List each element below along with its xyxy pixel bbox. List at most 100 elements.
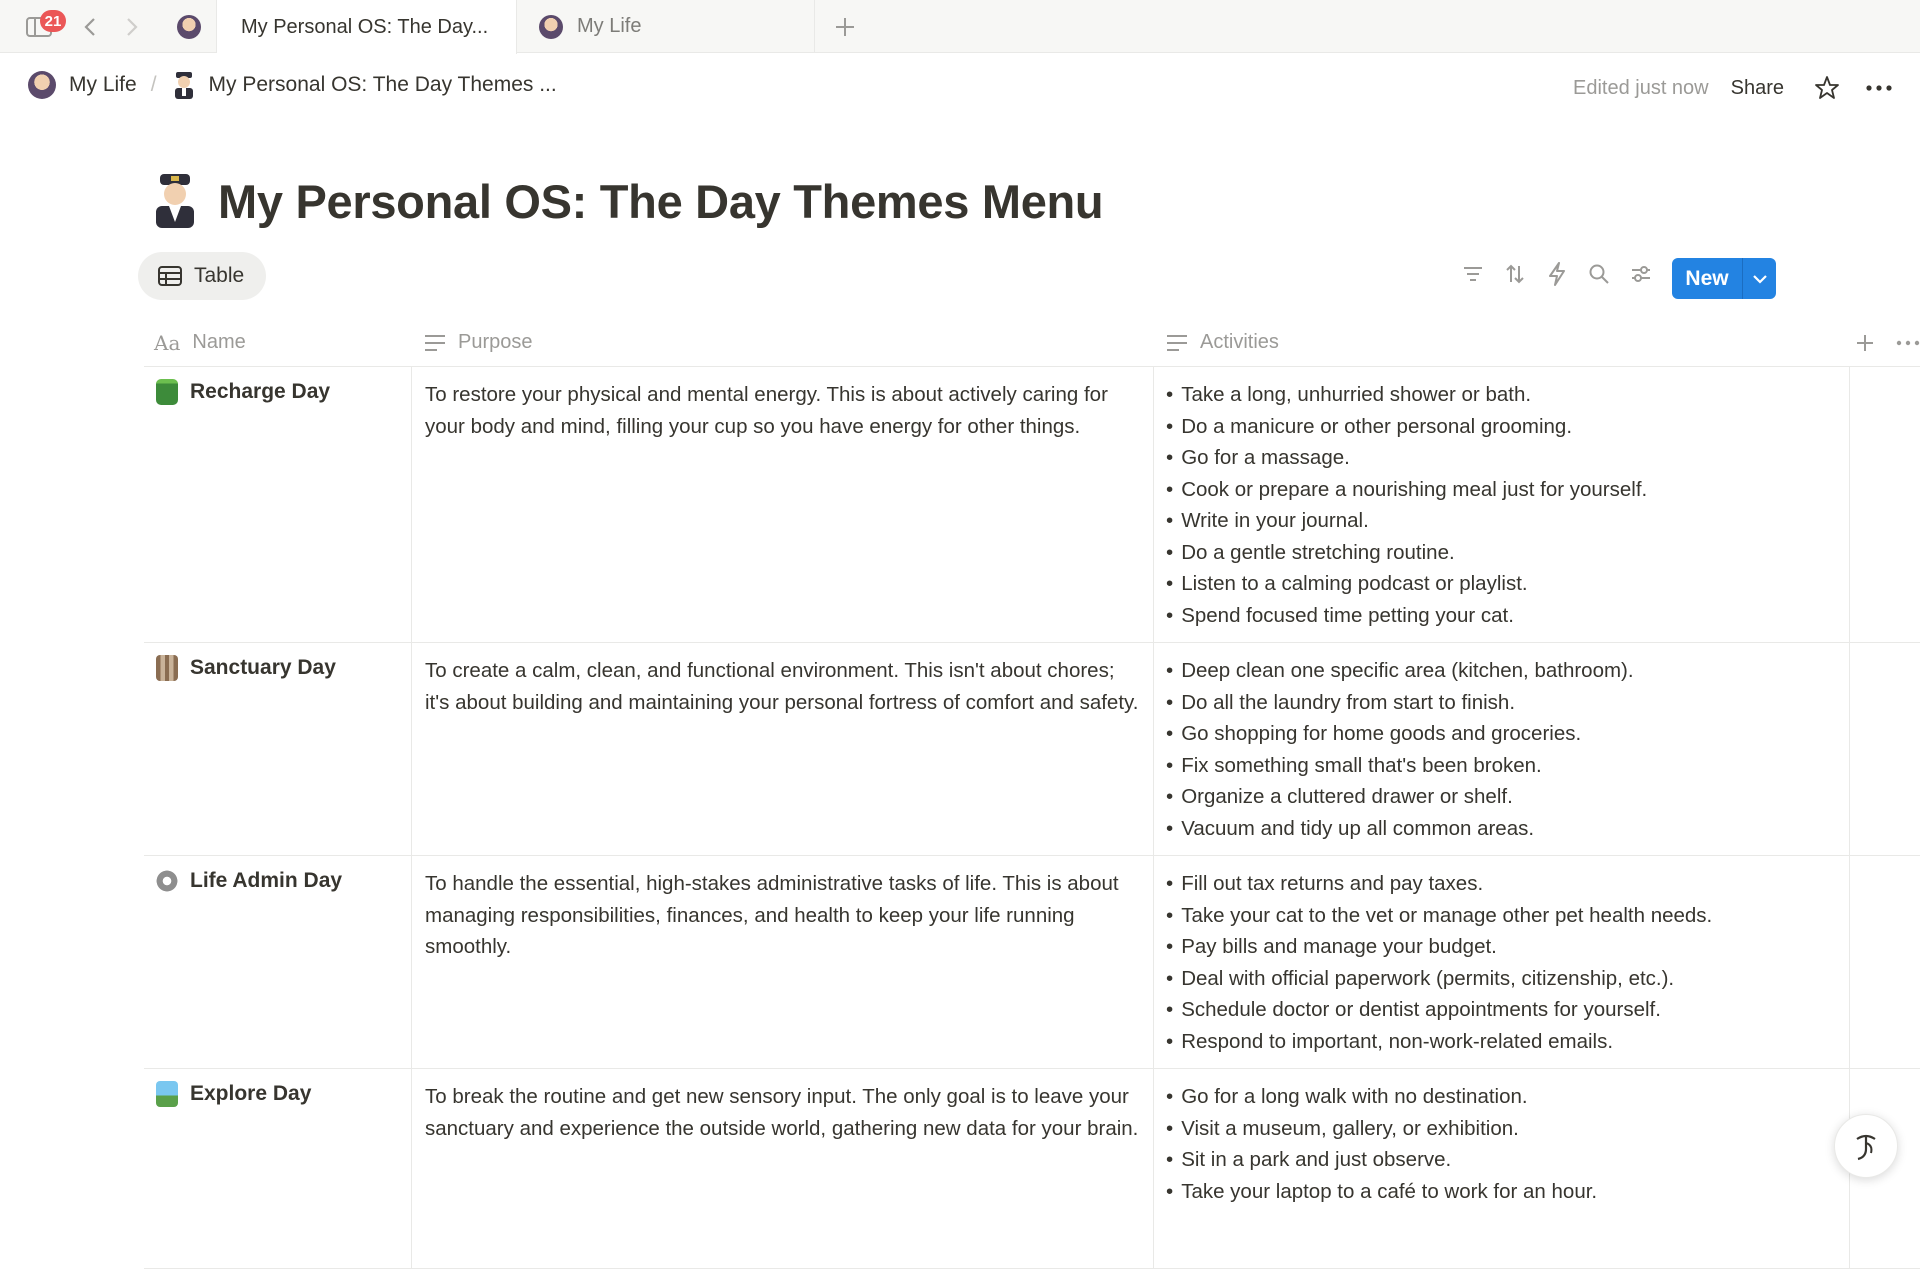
table-row[interactable]: Explore Day To break the routine and get… <box>144 1069 1920 1269</box>
list-item: Vacuum and tidy up all common areas. <box>1166 813 1849 845</box>
top-bar: My Life / My Personal OS: The Day Themes… <box>0 54 1920 120</box>
help-assistant-icon <box>1856 1134 1876 1161</box>
tab-label: My Life <box>577 15 642 37</box>
sort-button[interactable] <box>1498 257 1532 291</box>
column-header-purpose[interactable]: Purpose <box>424 318 533 367</box>
tab-strip: 21 My Personal OS: The Day... My Life <box>0 0 1920 54</box>
row-name: Explore Day <box>190 1082 312 1105</box>
list-item: Schedule doctor or dentist appointments … <box>1166 994 1849 1026</box>
search-button[interactable] <box>1582 257 1616 291</box>
list-item: Do all the laundry from start to finish. <box>1166 687 1849 719</box>
purpose-text: To handle the essential, high-stakes adm… <box>425 872 1119 958</box>
column-header-name[interactable]: Aa Name <box>154 318 246 367</box>
lightning-icon <box>1549 262 1565 286</box>
breadcrumb-my-life[interactable]: My Life <box>28 71 137 99</box>
list-item: Deep clean one specific area (kitchen, b… <box>1166 655 1849 687</box>
column-more-button[interactable] <box>1896 318 1920 367</box>
column-header-activities[interactable]: Activities <box>1166 318 1279 367</box>
purpose-cell[interactable]: To restore your physical and mental ener… <box>412 367 1154 642</box>
chevron-down-icon <box>1752 274 1767 284</box>
new-tab-button[interactable] <box>828 10 862 43</box>
chevron-right-icon <box>127 17 138 36</box>
automation-button[interactable] <box>1540 257 1574 291</box>
column-header-label: Purpose <box>458 331 533 353</box>
breadcrumb-separator: / <box>150 73 157 96</box>
row-name: Life Admin Day <box>190 869 343 892</box>
new-button[interactable]: New <box>1672 258 1742 299</box>
filter-icon <box>1464 267 1482 281</box>
purpose-text: To break the routine and get new sensory… <box>425 1085 1139 1140</box>
list-item: Do a manicure or other personal grooming… <box>1166 411 1849 443</box>
edited-status: Edited just now <box>1572 76 1709 99</box>
page-title[interactable]: My Personal OS: The Day Themes Menu <box>218 174 1104 229</box>
activities-cell[interactable]: Go for a long walk with no destination. … <box>1154 1069 1850 1268</box>
star-icon <box>1815 76 1839 99</box>
new-button-group: New <box>1672 258 1776 299</box>
battery-icon <box>156 379 178 405</box>
list-item: Organize a cluttered drawer or shelf. <box>1166 781 1849 813</box>
purpose-text: To restore your physical and mental ener… <box>425 383 1108 438</box>
activities-list: Fill out tax returns and pay taxes. Take… <box>1154 856 1849 1057</box>
activities-cell[interactable]: Fill out tax returns and pay taxes. Take… <box>1154 856 1850 1068</box>
purpose-cell[interactable]: To break the routine and get new sensory… <box>412 1069 1154 1268</box>
activities-list: Take a long, unhurried shower or bath. D… <box>1154 367 1849 631</box>
table-row[interactable]: Life Admin Day To handle the essential, … <box>144 856 1920 1069</box>
gear-icon <box>156 868 178 894</box>
purpose-cell[interactable]: To create a calm, clean, and functional … <box>412 643 1154 855</box>
share-button[interactable]: Share <box>1731 77 1784 100</box>
table-icon <box>158 266 182 286</box>
activities-list: Deep clean one specific area (kitchen, b… <box>1154 643 1849 844</box>
list-item: Go shopping for home goods and groceries… <box>1166 718 1849 750</box>
list-item: Fill out tax returns and pay taxes. <box>1166 868 1849 900</box>
new-dropdown-button[interactable] <box>1742 258 1776 299</box>
avatar-icon <box>539 14 563 39</box>
view-settings-button[interactable] <box>1624 257 1658 291</box>
list-item: Spend focused time petting your cat. <box>1166 600 1849 632</box>
list-item: Do a gentle stretching routine. <box>1166 537 1849 569</box>
tab-day-themes[interactable]: My Personal OS: The Day... <box>217 0 517 54</box>
list-item: Respond to important, non-work-related e… <box>1166 1026 1849 1058</box>
tab-label: My Personal OS: The Day... <box>241 15 489 38</box>
forward-button[interactable] <box>118 10 146 43</box>
view-tools <box>1456 257 1666 291</box>
table-row[interactable]: Recharge Day To restore your physical an… <box>144 367 1920 643</box>
more-options-button[interactable] <box>1862 71 1896 105</box>
breadcrumb-label: My Life <box>69 73 137 96</box>
list-item: Take your cat to the vet or manage other… <box>1166 900 1849 932</box>
avatar-icon <box>177 14 201 39</box>
list-item: Deal with official paperwork (permits, c… <box>1166 963 1849 995</box>
back-button[interactable] <box>76 10 104 43</box>
pilot-icon[interactable] <box>150 172 200 230</box>
list-item: Take your laptop to a café to work for a… <box>1166 1176 1849 1208</box>
search-icon <box>1589 264 1609 284</box>
view-tab-table[interactable]: Table <box>138 252 266 300</box>
name-cell[interactable]: Sanctuary Day <box>144 643 412 855</box>
list-item: Fix something small that's been broken. <box>1166 750 1849 782</box>
avatar-icon <box>28 71 56 99</box>
table-row[interactable]: Sanctuary Day To create a calm, clean, a… <box>144 643 1920 856</box>
breadcrumb: My Life / My Personal OS: The Day Themes… <box>28 71 557 99</box>
favorite-button[interactable] <box>1810 71 1844 105</box>
name-cell[interactable]: Explore Day <box>144 1069 412 1268</box>
help-button[interactable] <box>1834 1114 1898 1178</box>
plus-icon <box>836 17 854 36</box>
purpose-cell[interactable]: To handle the essential, high-stakes adm… <box>412 856 1154 1068</box>
add-column-button[interactable] <box>1856 318 1886 367</box>
breadcrumb-day-themes[interactable]: My Personal OS: The Day Themes ... <box>171 71 557 99</box>
activities-list: Go for a long walk with no destination. … <box>1154 1069 1849 1207</box>
tab-pinned[interactable] <box>162 0 217 53</box>
name-cell[interactable]: Recharge Day <box>144 367 412 642</box>
name-cell[interactable]: Life Admin Day <box>144 856 412 1068</box>
plus-icon <box>1857 334 1873 351</box>
table-header: Aa Name Purpose Activities <box>144 318 1920 367</box>
breadcrumb-label: My Personal OS: The Day Themes ... <box>208 73 557 96</box>
filter-button[interactable] <box>1456 257 1490 291</box>
tab-my-life[interactable]: My Life <box>517 0 815 53</box>
list-item: Go for a massage. <box>1166 442 1849 474</box>
view-tab-label: Table <box>194 264 245 287</box>
notification-badge[interactable]: 21 <box>40 10 66 32</box>
list-item: Pay bills and manage your budget. <box>1166 931 1849 963</box>
chevron-left-icon <box>84 17 95 36</box>
activities-cell[interactable]: Deep clean one specific area (kitchen, b… <box>1154 643 1850 855</box>
activities-cell[interactable]: Take a long, unhurried shower or bath. D… <box>1154 367 1850 642</box>
